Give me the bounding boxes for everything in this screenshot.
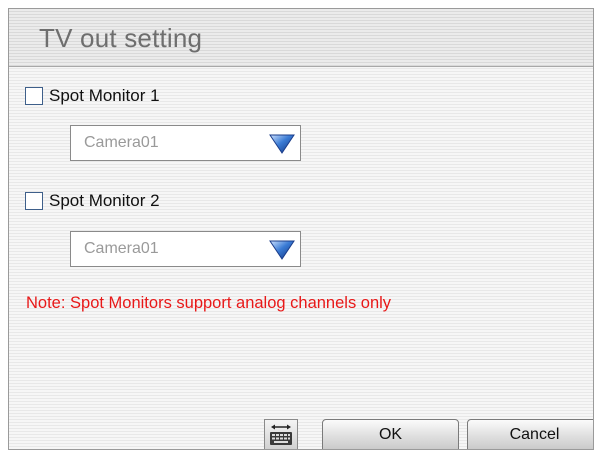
title-bar: TV out setting bbox=[9, 9, 593, 67]
spot-monitor-1-label: Spot Monitor 1 bbox=[49, 86, 160, 105]
spot-monitor-2-camera-dropdown[interactable]: Camera01 bbox=[70, 231, 301, 267]
ok-button[interactable]: OK bbox=[322, 419, 459, 449]
spot-monitor-2-checkbox[interactable] bbox=[25, 192, 43, 210]
spot-monitor-2-row[interactable]: Spot Monitor 2 bbox=[25, 189, 160, 213]
spot-monitor-1-camera-value: Camera01 bbox=[84, 134, 159, 151]
spot-monitor-1-camera-dropdown[interactable]: Camera01 bbox=[70, 125, 301, 161]
keyboard-icon bbox=[270, 424, 292, 445]
dialog-title: TV out setting bbox=[39, 23, 203, 53]
keyboard-button[interactable] bbox=[264, 419, 298, 449]
spot-monitor-1-checkbox[interactable] bbox=[25, 87, 43, 105]
analog-channels-note: Note: Spot Monitors support analog chann… bbox=[26, 294, 392, 312]
spot-monitor-2-label: Spot Monitor 2 bbox=[49, 191, 160, 210]
triangle-down-icon[interactable] bbox=[269, 239, 295, 260]
spot-monitor-1-row[interactable]: Spot Monitor 1 bbox=[25, 84, 160, 108]
cancel-button[interactable]: Cancel bbox=[467, 419, 593, 449]
spot-monitor-2-camera-value: Camera01 bbox=[84, 240, 159, 257]
tv-out-setting-dialog: TV out setting Spot Monitor 1 Camera01 S… bbox=[8, 8, 594, 450]
triangle-down-icon[interactable] bbox=[269, 133, 295, 154]
